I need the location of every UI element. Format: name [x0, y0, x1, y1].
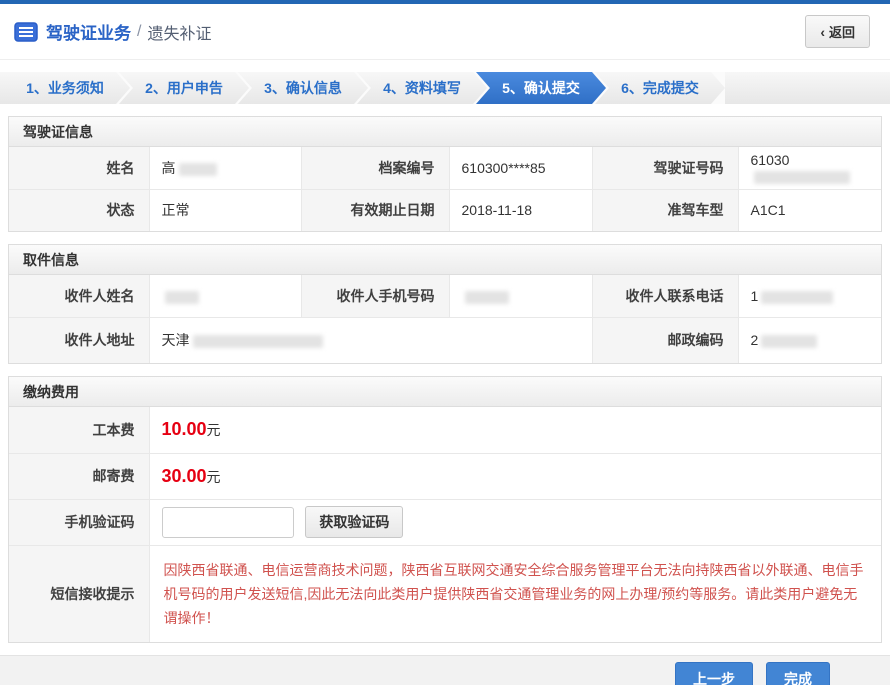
license-info-section: 驾驶证信息 姓名 高 档案编号 610300****85 驾驶证号码 61030…: [8, 116, 882, 232]
step-6-done[interactable]: 6、完成提交: [595, 72, 725, 104]
fees-section-title: 缴纳费用: [9, 377, 881, 407]
step-5-confirm-submit[interactable]: 5、确认提交: [476, 72, 606, 104]
status-label: 状态: [9, 189, 149, 231]
vehicle-class-label: 准驾车型: [592, 189, 738, 231]
table-row: 手机验证码 获取验证码: [9, 499, 881, 545]
table-row: 状态 正常 有效期止日期 2018-11-18 准驾车型 A1C1: [9, 189, 881, 231]
redacted-value: [761, 335, 817, 348]
expiry-label: 有效期止日期: [301, 189, 449, 231]
sms-code-input[interactable]: [162, 507, 294, 538]
recipient-address-label: 收件人地址: [9, 317, 149, 363]
step-bar-filler: [725, 72, 890, 104]
recipient-phone-value: 1: [738, 275, 881, 317]
work-fee-label: 工本费: [9, 407, 149, 453]
vehicle-class-value: A1C1: [738, 189, 881, 231]
sms-notice-text: 因陕西省联通、电信运营商技术问题，陕西省互联网交通安全综合服务管理平台无法向持陕…: [149, 545, 881, 642]
table-row: 短信接收提示 因陕西省联通、电信运营商技术问题，陕西省互联网交通安全综合服务管理…: [9, 545, 881, 642]
name-label: 姓名: [9, 147, 149, 189]
step-3-confirm-info[interactable]: 3、确认信息: [238, 72, 368, 104]
mail-fee-unit: 元: [207, 469, 221, 485]
status-value: 正常: [149, 189, 301, 231]
step-2-declare[interactable]: 2、用户申告: [119, 72, 249, 104]
table-row: 工本费 10.00元: [9, 407, 881, 453]
postal-code-value: 2: [738, 317, 881, 363]
license-no-label: 驾驶证号码: [592, 147, 738, 189]
work-fee-unit: 元: [207, 422, 221, 438]
work-fee-amount: 10.00: [162, 419, 207, 439]
previous-step-button[interactable]: 上一步: [675, 662, 753, 685]
license-info-table: 姓名 高 档案编号 610300****85 驾驶证号码 61030 状态 正常…: [9, 147, 881, 231]
step-4-fill-data[interactable]: 4、资料填写: [357, 72, 487, 104]
file-no-label: 档案编号: [301, 147, 449, 189]
redacted-value: [754, 171, 850, 184]
sms-notice-label: 短信接收提示: [9, 545, 149, 642]
recipient-mobile-value: [449, 275, 592, 317]
table-row: 姓名 高 档案编号 610300****85 驾驶证号码 61030: [9, 147, 881, 189]
sms-code-label: 手机验证码: [9, 499, 149, 545]
fees-section: 缴纳费用 工本费 10.00元 邮寄费 30.00元 手机验证码 获取验证码: [8, 376, 882, 643]
mail-fee-amount: 30.00: [162, 466, 207, 486]
sms-code-cell: 获取验证码: [149, 499, 881, 545]
recipient-phone-label: 收件人联系电话: [592, 275, 738, 317]
footer-action-bar: 上一步 完成: [0, 655, 890, 685]
mail-fee-value: 30.00元: [149, 453, 881, 499]
recipient-address-value: 天津: [149, 317, 592, 363]
redacted-value: [761, 291, 833, 304]
recipient-name-value: [149, 275, 301, 317]
license-no-value: 61030: [738, 147, 881, 189]
mail-fee-label: 邮寄费: [9, 453, 149, 499]
table-row: 收件人地址 天津 邮政编码 2: [9, 317, 881, 363]
step-1-notice[interactable]: 1、业务须知: [0, 72, 130, 104]
step-wizard: 1、业务须知 2、用户申告 3、确认信息 4、资料填写 5、确认提交 6、完成提…: [0, 72, 890, 104]
redacted-value: [193, 335, 323, 348]
table-row: 邮寄费 30.00元: [9, 453, 881, 499]
table-row: 收件人姓名 收件人手机号码 收件人联系电话 1: [9, 275, 881, 317]
breadcrumb-current: 遗失补证: [147, 20, 211, 44]
chevron-left-icon: ‹: [820, 24, 825, 40]
page-title: 驾驶证业务: [46, 19, 131, 44]
fees-table: 工本费 10.00元 邮寄费 30.00元 手机验证码 获取验证码 短信接收提: [9, 407, 881, 642]
redacted-value: [165, 291, 199, 304]
recipient-mobile-label: 收件人手机号码: [301, 275, 449, 317]
page-header: 驾驶证业务 / 遗失补证 ‹ 返回: [0, 4, 890, 60]
pickup-section-title: 取件信息: [9, 245, 881, 275]
get-sms-code-button[interactable]: 获取验证码: [305, 506, 403, 538]
license-section-title: 驾驶证信息: [9, 117, 881, 147]
back-button[interactable]: ‹ 返回: [805, 15, 870, 48]
name-value: 高: [149, 147, 301, 189]
finish-button[interactable]: 完成: [766, 662, 830, 685]
postal-code-label: 邮政编码: [592, 317, 738, 363]
expiry-value: 2018-11-18: [449, 189, 592, 231]
recipient-name-label: 收件人姓名: [9, 275, 149, 317]
breadcrumb-separator: /: [137, 23, 141, 41]
pickup-info-section: 取件信息 收件人姓名 收件人手机号码 收件人联系电话 1 收件人地址 天津 邮政…: [8, 244, 882, 364]
license-business-icon: [14, 22, 38, 42]
pickup-info-table: 收件人姓名 收件人手机号码 收件人联系电话 1 收件人地址 天津 邮政编码 2: [9, 275, 881, 363]
file-no-value: 610300****85: [449, 147, 592, 189]
redacted-value: [465, 291, 509, 304]
work-fee-value: 10.00元: [149, 407, 881, 453]
redacted-value: [179, 163, 217, 176]
back-button-label: 返回: [829, 22, 855, 41]
